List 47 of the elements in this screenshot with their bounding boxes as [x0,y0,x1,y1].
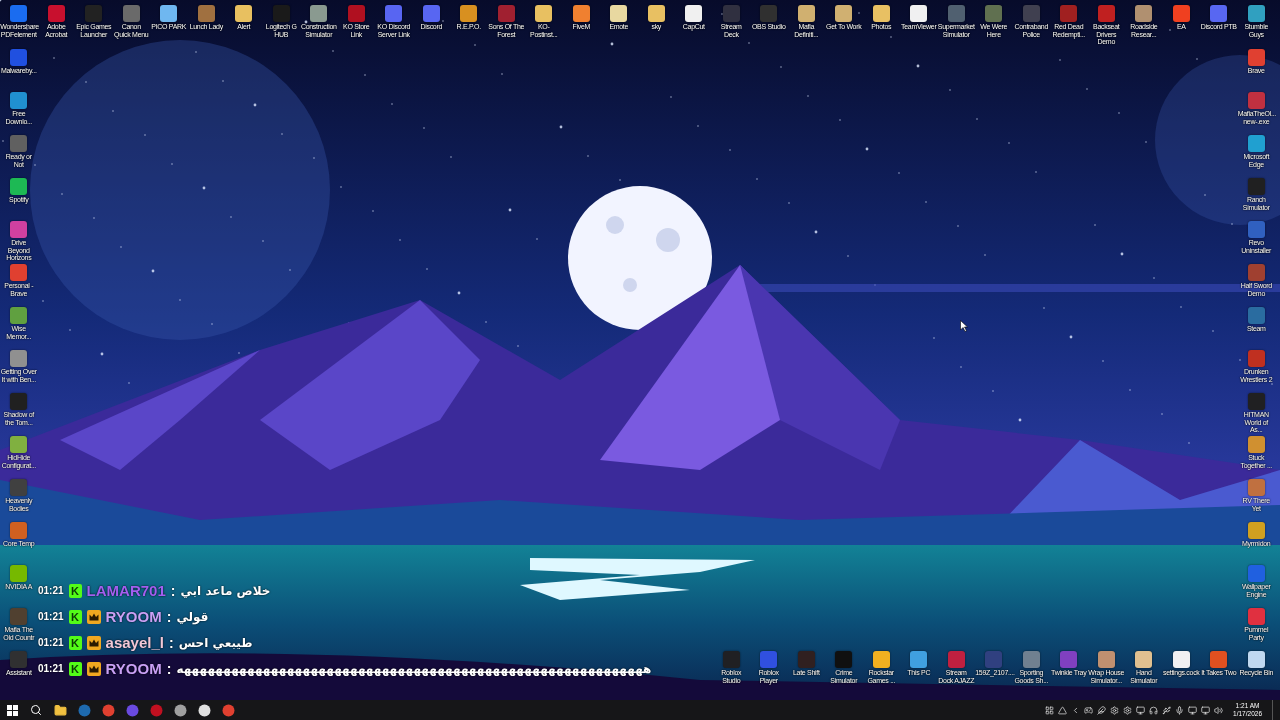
app-icon[interactable] [160,5,178,22]
app-icon[interactable] [235,5,253,22]
app-icon[interactable] [310,5,328,22]
message-time: 01:21 [38,663,64,674]
separator-text: : [166,608,172,625]
chat-message: هههههههههههههههههههههههههههههههههههههههههههههههههههههههههههه [176,661,652,676]
separator-text: : [170,582,176,599]
search-icon[interactable] [30,704,42,716]
tray-icon[interactable] [1175,705,1185,715]
chat-username: LAMAR701 [86,582,166,599]
tray-icon[interactable] [1045,705,1055,715]
app-icon[interactable] [835,5,853,22]
chat-username: RYOOM [105,608,162,625]
app-icon[interactable] [1135,651,1153,668]
chat-message: قولي [176,609,209,624]
app-icon[interactable] [535,5,553,22]
app-icon[interactable] [910,5,928,22]
message-time: 01:21 [38,585,64,596]
app-icon[interactable] [460,5,478,22]
tray-icon[interactable] [1084,705,1094,715]
message-time: 01:21 [38,637,64,648]
tray-icon[interactable] [1149,705,1159,715]
message-time: 01:21 [38,611,64,622]
windows-logo-icon[interactable] [6,704,18,716]
app-icon[interactable] [173,703,187,717]
chat-username: RYOOM [105,660,162,677]
app-icon[interactable] [685,5,703,22]
chat-message: طيبعي احس [178,635,253,650]
tray-icon[interactable] [1188,705,1198,715]
tray-icon[interactable] [1162,705,1172,715]
tray-icon[interactable] [1136,705,1146,715]
folder-icon[interactable] [53,703,67,717]
chat-message: خلاص ماعد ابي [180,583,271,598]
app-icon[interactable] [10,178,28,195]
tray-icon[interactable] [1110,705,1120,715]
app-icon[interactable] [197,703,211,717]
mouse-pointer-icon [960,320,968,332]
show-desktop-button[interactable] [1272,700,1276,720]
chat-username: asayel_l [105,634,164,651]
tray-icon[interactable] [1214,705,1224,715]
separator-text: : [166,660,172,677]
app-icon[interactable] [1135,5,1153,22]
app-icon[interactable] [610,5,628,22]
tray-icon[interactable] [1097,705,1107,715]
tray-icon[interactable] [1201,705,1211,715]
tray-icon[interactable] [1123,705,1133,715]
separator-text: : [168,634,174,651]
